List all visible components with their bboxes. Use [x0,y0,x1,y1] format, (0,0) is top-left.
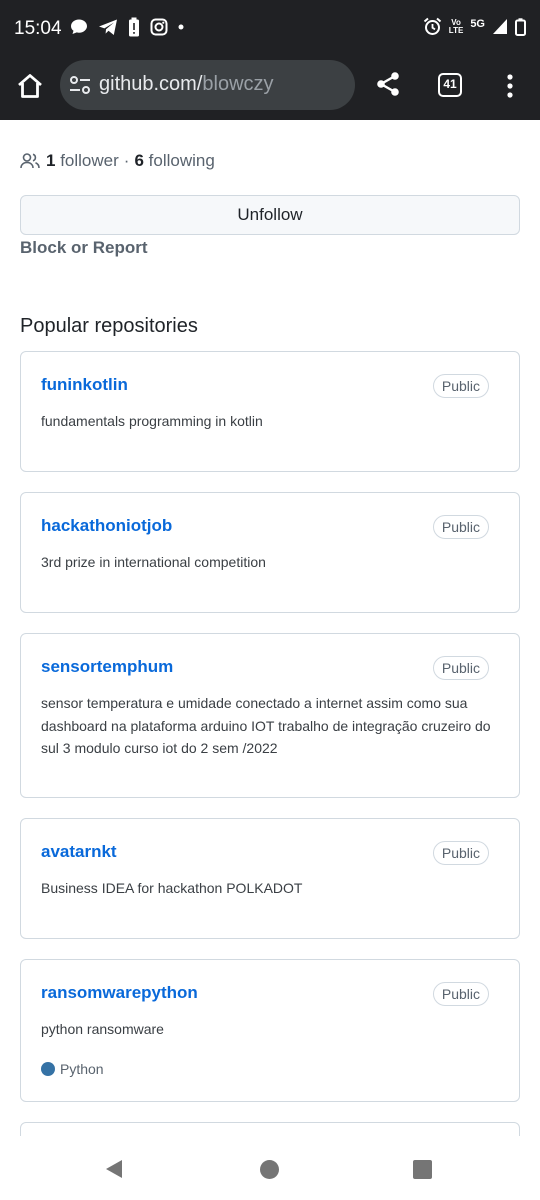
following-count[interactable]: 6 [134,151,143,171]
page-content: 1 follower · 6 following Unfollow Block or… [0,120,540,1136]
home-nav-icon[interactable] [260,1160,279,1179]
telegram-icon [99,19,117,35]
followers-label[interactable]: follower [60,151,119,171]
home-icon[interactable] [16,72,44,100]
volte-icon: Vo LTE [448,18,464,35]
url-path: blowczy [202,73,274,95]
network-type-label: 5G [470,17,485,30]
repo-name-link[interactable]: funinkotlin [41,375,128,395]
notification-icons [70,17,184,37]
followers-count[interactable]: 1 [46,151,55,171]
address-bar[interactable]: github.com/blowczy [60,60,355,110]
popular-repositories-heading: Popular repositories [20,315,198,337]
share-icon[interactable] [374,70,402,98]
repo-description: python ransomware [41,1021,164,1037]
battery-alert-icon [129,17,139,37]
url-text[interactable]: github.com/blowczy [99,73,274,96]
visibility-badge: Public [432,515,489,539]
repo-card: funinkotlin Public fundamentals programm… [20,351,520,472]
repo-name-link[interactable]: ransomwarepython [41,983,198,1003]
unfollow-button[interactable]: Unfollow [20,195,520,235]
dot-icon [178,24,184,30]
repo-card: avatarnkt Public Business IDEA for hacka… [20,818,520,939]
repo-name-link[interactable]: hackathoniotjob [41,516,172,536]
more-options-icon[interactable] [500,72,520,100]
repo-card: sensortemphum Public sensor temperatura … [20,633,520,798]
back-icon[interactable] [104,1159,124,1179]
recents-icon[interactable] [413,1160,432,1179]
people-icon [20,153,40,169]
repo-description: fundamentals programming in kotlin [41,413,263,429]
browser-toolbar: github.com/blowczy 41 [0,58,540,120]
repo-card [20,1122,520,1136]
language-color-dot [41,1062,55,1076]
repo-name-link[interactable]: avatarnkt [41,842,117,862]
follow-stats: 1 follower · 6 following [20,151,215,171]
repo-card: ransomwarepython Public python ransomwar… [20,959,520,1102]
repo-language: Python [41,1061,104,1077]
block-or-report-link[interactable]: Block or Report [20,238,148,258]
language-label: Python [60,1061,104,1077]
visibility-badge: Public [432,656,489,680]
visibility-badge: Public [432,841,489,865]
repo-card: hackathoniotjob Public 3rd prize in inte… [20,492,520,613]
status-time: 15:04 [14,18,62,39]
status-bar: 15:04 Vo LTE 5G [0,0,540,58]
system-icons: Vo LTE 5G [423,17,526,36]
stats-separator: · [123,151,130,170]
url-host: github.com/ [99,73,203,95]
instagram-icon [150,18,168,36]
repo-name-link[interactable]: sensortemphum [41,657,173,677]
visibility-badge: Public [432,982,489,1006]
system-navigation-bar [0,1136,540,1200]
tab-switcher-button[interactable]: 41 [438,73,462,97]
repo-description: 3rd prize in international competition [41,554,266,570]
alarm-icon [423,17,441,35]
repo-description: sensor temperatura e umidade conectado a… [41,695,491,756]
battery-icon [515,17,526,36]
chat-bubble-icon [71,19,87,34]
volte-bottom-label: LTE [448,25,464,35]
repo-description: Business IDEA for hackathon POLKADOT [41,880,303,896]
signal-icon [493,19,507,34]
following-label[interactable]: following [149,151,215,171]
visibility-badge: Public [432,374,489,398]
site-settings-icon[interactable] [69,75,91,95]
